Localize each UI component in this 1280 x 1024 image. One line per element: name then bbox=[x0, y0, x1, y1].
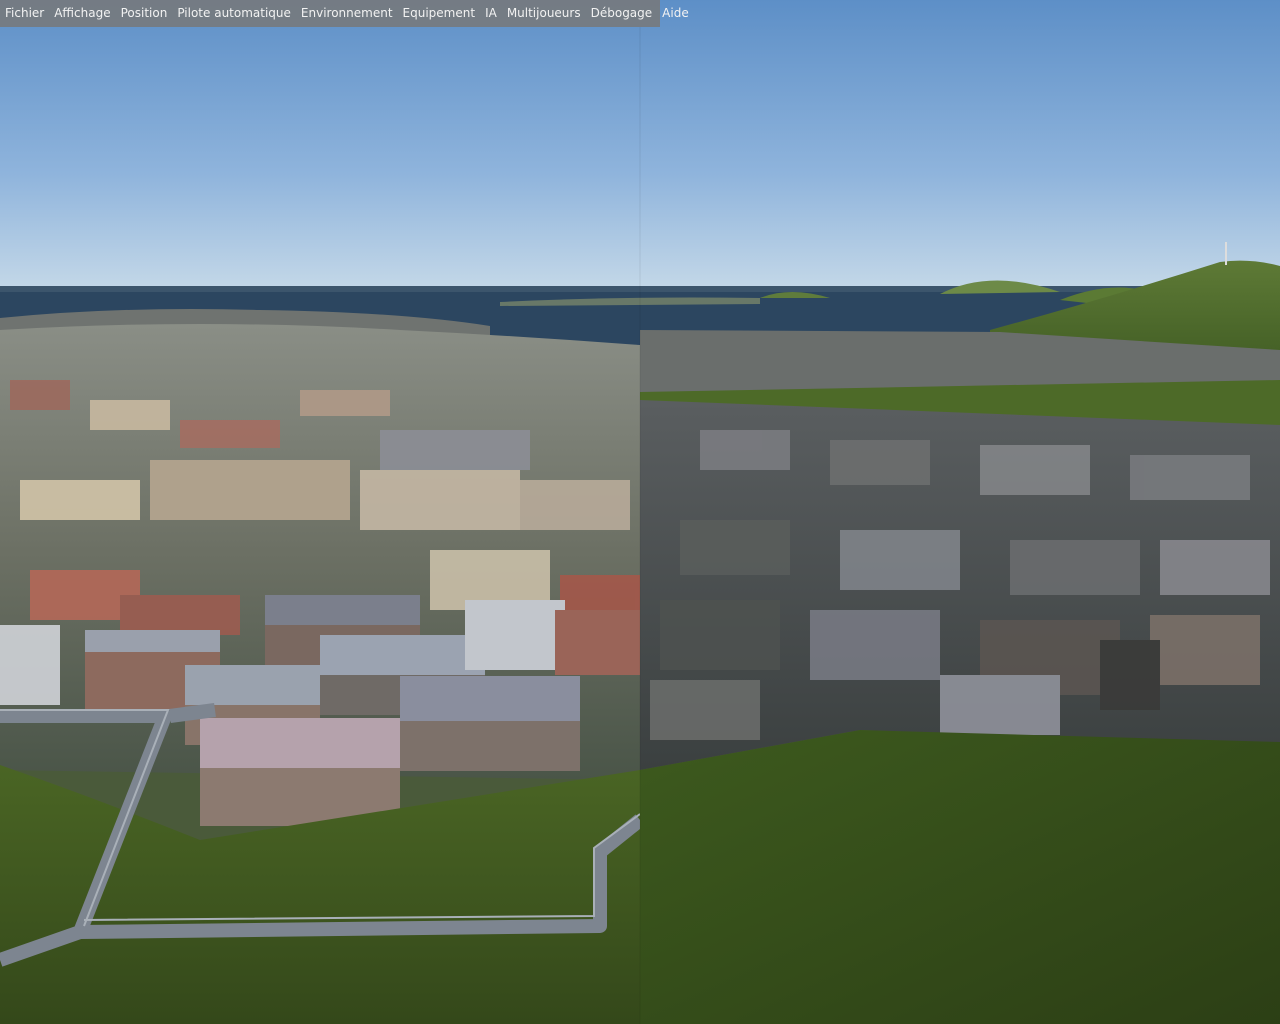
menu-environnement[interactable]: Environnement bbox=[296, 0, 398, 27]
grass-foreground-right bbox=[640, 730, 1280, 1024]
menu-fichier[interactable]: Fichier bbox=[0, 0, 49, 27]
menu-position[interactable]: Position bbox=[116, 0, 173, 27]
menu-debogage[interactable]: Débogage bbox=[586, 0, 658, 27]
menu-affichage[interactable]: Affichage bbox=[49, 0, 115, 27]
menu-multijoueurs[interactable]: Multijoueurs bbox=[502, 0, 586, 27]
menu-equipement[interactable]: Equipement bbox=[398, 0, 481, 27]
menu-ia[interactable]: IA bbox=[480, 0, 502, 27]
menu-aide[interactable]: Aide bbox=[657, 0, 694, 27]
menu-pilote-automatique[interactable]: Pilote automatique bbox=[172, 0, 296, 27]
menu-bar: Fichier Affichage Position Pilote automa… bbox=[0, 0, 689, 27]
flight-sim-3d-view[interactable] bbox=[0, 0, 1280, 1024]
